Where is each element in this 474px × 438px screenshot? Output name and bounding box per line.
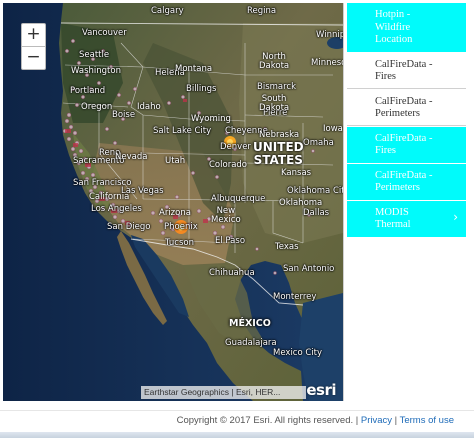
city-label: El Paso [215, 236, 246, 246]
layer-item-modis-thermal[interactable]: MODIS Thermal › [347, 200, 466, 237]
city-label: Mexico City [273, 348, 323, 358]
footer-separator: | [394, 415, 398, 426]
privacy-link[interactable]: Privacy [361, 415, 392, 426]
layer-item-hotpin[interactable]: Hotpin - Wildfire Location [347, 3, 466, 52]
region-label: North Dakota [259, 52, 290, 72]
region-label: Washington [71, 66, 121, 76]
city-label: Denver [220, 142, 251, 152]
layer-item-calfire-fires-active[interactable]: CalFireData - Fires [347, 126, 466, 163]
city-label: Chihuahua [209, 268, 255, 278]
app-root: Calgary Vancouver Regina Winnipeg Seattl… [0, 0, 474, 438]
city-label: Salt Lake City [153, 126, 212, 136]
region-label: Utah [165, 156, 186, 166]
city-label: San Antonio [283, 264, 335, 274]
layer-label: CalFireData - Fires [375, 132, 433, 157]
layer-list-panel: Hotpin - Wildfire Location CalFireData -… [347, 3, 467, 238]
region-label: Minnesota [311, 58, 343, 68]
layer-label: CalFireData - Perimeters [375, 169, 433, 194]
city-label: Phoenix [164, 222, 198, 232]
region-label: South Dakota [259, 94, 290, 114]
city-label: Winnipeg [316, 30, 343, 40]
city-label: Los Angeles [91, 204, 142, 214]
city-label: Seattle [79, 50, 110, 60]
city-label: San Diego [107, 222, 151, 232]
city-label: Monterrey [273, 292, 317, 302]
city-label: Bismarck [257, 82, 297, 92]
country-label: UNITED STATES [253, 140, 304, 167]
city-label: Dallas [303, 208, 330, 218]
map-view[interactable]: Calgary Vancouver Regina Winnipeg Seattl… [3, 3, 344, 401]
city-label: Omaha [303, 138, 334, 148]
map-attribution[interactable]: Earthstar Geographics | Esri, HER... [141, 386, 306, 399]
layer-item-calfire-perimeters[interactable]: CalFireData - Perimeters [347, 89, 466, 126]
city-label: Billings [186, 84, 217, 94]
esri-logo: esri [306, 381, 336, 399]
region-label: Idaho [137, 102, 161, 112]
window-bottom-bar [0, 432, 474, 438]
region-label: Iowa [323, 124, 343, 134]
layer-label: CalFireData - Fires [375, 58, 433, 83]
footer-separator: | [355, 415, 359, 426]
city-label: Albuquerque [211, 194, 266, 204]
country-label: MÉXICO [229, 318, 271, 329]
region-label: Kansas [281, 168, 312, 178]
page-footer: Copyright © 2017 Esri. All rights reserv… [0, 410, 474, 430]
region-label: Arizona [159, 208, 191, 218]
city-label: Tucson [165, 238, 194, 248]
region-label: Oklahoma [279, 198, 323, 208]
city-label: Portland [70, 86, 106, 96]
chevron-right-icon: › [453, 210, 458, 225]
layer-item-calfire-perimeters-active[interactable]: CalFireData - Perimeters [347, 163, 466, 200]
region-label: Nevada [115, 152, 148, 162]
city-label: Guadalajara [225, 338, 277, 348]
layer-item-calfire-fires[interactable]: CalFireData - Fires [347, 52, 466, 89]
city-label: Vancouver [82, 28, 127, 38]
region-label: Nebraska [259, 130, 300, 140]
city-label: Boise [112, 110, 136, 120]
terms-of-use-link[interactable]: Terms of use [400, 415, 454, 426]
city-label: Oklahoma City [287, 186, 344, 196]
city-label: Regina [247, 6, 277, 16]
region-label: Wyoming [191, 114, 231, 124]
region-label: Oregon [81, 102, 113, 112]
region-label: California [89, 192, 130, 202]
copyright-text: Copyright © 2017 Esri. All rights reserv… [176, 415, 354, 426]
city-label: Calgary [151, 6, 184, 16]
layer-label: Hotpin - Wildfire Location [375, 9, 413, 45]
region-label: New Mexico [211, 206, 241, 226]
layer-label: MODIS Thermal [375, 206, 411, 231]
region-label: Colorado [209, 160, 247, 170]
zoom-in-button[interactable]: + [21, 23, 46, 47]
region-label: Texas [275, 242, 299, 252]
region-label: Montana [175, 64, 213, 74]
zoom-out-button[interactable]: − [21, 46, 46, 70]
layer-label: CalFireData - Perimeters [375, 95, 433, 120]
